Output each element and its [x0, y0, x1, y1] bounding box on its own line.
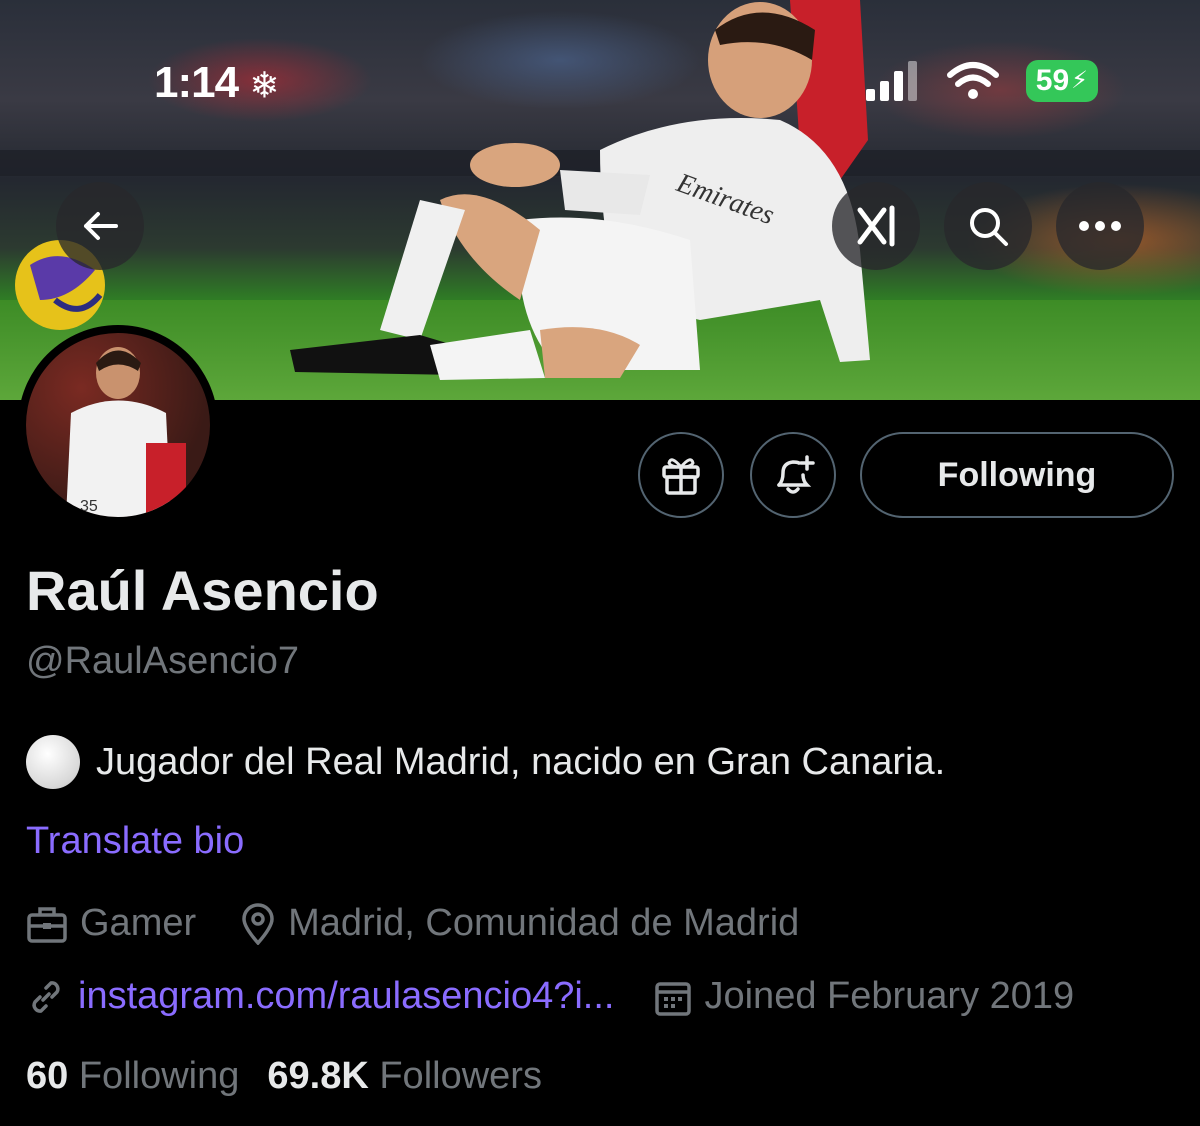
link-icon [32, 980, 60, 1013]
calendar-icon [655, 981, 692, 1016]
more-options-button[interactable] [1056, 182, 1144, 270]
followers-count-label: Followers [379, 1055, 542, 1097]
profile-meta-row-2: instagram.com/raulasencio4?i... Joined F… [26, 975, 1074, 1018]
search-icon [970, 208, 1008, 246]
gift-icon [662, 458, 700, 495]
cellular-signal-icon [865, 61, 917, 101]
profile-stats: 60 Following 69.8K Followers [26, 1055, 542, 1098]
profile-name: Raúl Asencio [26, 559, 379, 622]
status-indicators: 59 ⚡ [864, 60, 1098, 102]
white-circle-emoji-icon [26, 735, 80, 789]
following-count-label: Following [78, 1055, 240, 1097]
profile-website[interactable]: instagram.com/raulasencio4?i... [26, 975, 614, 1018]
bio-text: Jugador del Real Madrid, nacido en Gran … [96, 740, 946, 783]
profile-handle: @RaulAsencio7 [26, 640, 300, 682]
profile-bio: Jugador del Real Madrid, nacido en Gran … [26, 735, 945, 789]
status-time: 1:14 ❄ [154, 58, 279, 107]
profile-location: Madrid, Comunidad de Madrid [240, 902, 799, 945]
location-pin-icon [242, 902, 274, 945]
svg-text:35: 35 [80, 498, 98, 515]
more-horizontal-icon [1079, 221, 1121, 231]
search-button[interactable] [944, 182, 1032, 270]
translate-bio-link[interactable]: Translate bio [26, 820, 244, 863]
profile-meta-row-1: Gamer Madrid, Comunidad de Madrid [26, 902, 799, 945]
grok-icon [857, 205, 895, 247]
followers-count-link[interactable]: 69.8K Followers [267, 1055, 542, 1098]
following-count-link[interactable]: 60 Following [26, 1055, 239, 1098]
profile-avatar[interactable]: 35 [18, 325, 218, 525]
notifications-button[interactable] [750, 432, 836, 518]
profile-category: Gamer [26, 902, 196, 945]
subscribe-gift-button[interactable] [638, 432, 724, 518]
followers-count: 69.8K [267, 1055, 369, 1097]
profile-joined-date: Joined February 2019 [654, 975, 1074, 1018]
following-button-label: Following [937, 455, 1097, 494]
wifi-icon [946, 62, 999, 99]
battery-indicator: 59 ⚡ [1025, 60, 1098, 102]
bell-plus-icon [777, 455, 815, 494]
briefcase-icon [27, 906, 67, 943]
following-button[interactable]: Following [860, 432, 1174, 518]
avatar-photo: 35 [26, 333, 210, 517]
grok-button[interactable] [832, 182, 920, 270]
back-button[interactable] [56, 182, 144, 270]
profile-website-link[interactable]: instagram.com/raulasencio4?i... [78, 975, 614, 1018]
snowflake-icon: ❄ [249, 64, 279, 106]
charging-bolt-icon: ⚡ [1071, 67, 1088, 94]
following-count: 60 [26, 1055, 69, 1097]
arrow-left-icon [84, 212, 118, 240]
